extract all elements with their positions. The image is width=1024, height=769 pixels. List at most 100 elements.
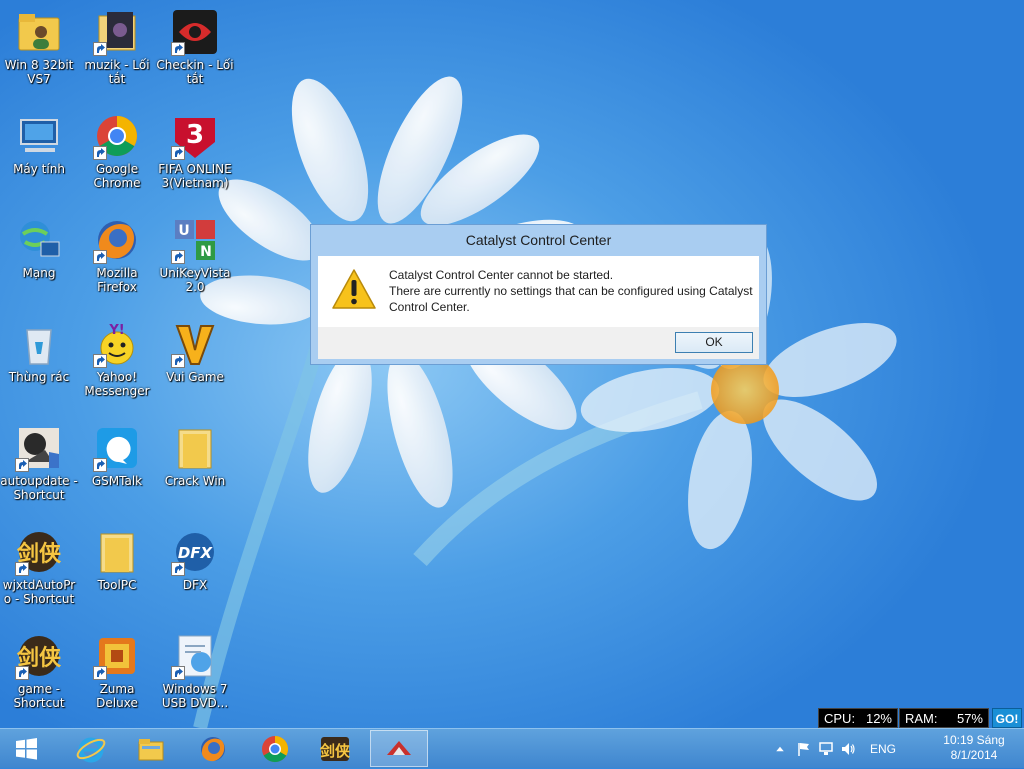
go-label[interactable]: GO! (992, 708, 1022, 728)
dialog-body: Catalyst Control Center cannot be starte… (318, 256, 759, 359)
recycle-bin-icon (15, 320, 63, 368)
cpu-value: 12% (865, 711, 892, 726)
desktop-icon[interactable]: ToolPC (78, 522, 156, 622)
taskbar-internet-explorer[interactable] (62, 730, 120, 767)
desktop-icon-label: Win 8 32bit VS7 (4, 58, 74, 86)
folder-icon (93, 528, 141, 576)
taskbar-catalyst[interactable] (370, 730, 428, 767)
shortcut-arrow-icon (93, 458, 107, 472)
desktop-icon[interactable]: 剑侠 game - Shortcut (0, 626, 78, 726)
show-hidden-icons-icon[interactable] (774, 743, 786, 755)
desktop-icon[interactable]: autoupdate - Shortcut (0, 418, 78, 518)
ok-button[interactable]: OK (675, 332, 753, 353)
taskbar-file-explorer[interactable] (122, 730, 180, 767)
desktop-icon[interactable]: Windows 7 USB DVD... (156, 626, 234, 726)
file-explorer-icon (138, 738, 164, 760)
folder-music-icon (93, 8, 141, 56)
desktop-icon-label: UniKeyVista 2.0 (159, 266, 231, 294)
desktop-icon-label: Máy tính (13, 162, 65, 176)
desktop-icon[interactable]: DFX DFX (156, 522, 234, 622)
chrome-icon (262, 735, 289, 762)
desktop-icon[interactable]: Máy tính (0, 106, 78, 206)
checkin-app-icon (171, 8, 219, 56)
shortcut-arrow-icon (15, 666, 29, 680)
dialog-button-bar: OK (318, 327, 759, 359)
action-center-flag-icon[interactable] (796, 741, 812, 757)
language-indicator[interactable]: ENG (870, 742, 896, 756)
network-icon[interactable] (818, 741, 834, 757)
desktop-icon[interactable]: Google Chrome (78, 106, 156, 206)
taskbar-jianxia-game[interactable]: 剑侠 (306, 730, 364, 767)
desktop-icon-label: Windows 7 USB DVD... (161, 682, 229, 710)
desktop-icon-label: Thùng rác (8, 370, 70, 384)
cpu-meter: CPU: 12% (818, 708, 898, 728)
folder-icon (171, 424, 219, 472)
computer-icon (15, 112, 63, 160)
shortcut-arrow-icon (171, 354, 185, 368)
desktop-icon[interactable]: muzik - Lối tắt (78, 2, 156, 102)
firefox-icon (93, 216, 141, 264)
volume-icon[interactable] (840, 741, 856, 757)
shortcut-arrow-icon (15, 562, 29, 576)
desktop-icon-label: DFX (182, 578, 208, 592)
dialog-message-line2: There are currently no settings that can… (389, 284, 753, 314)
shortcut-arrow-icon (93, 666, 107, 680)
desktop-icon[interactable]: Thùng rác (0, 314, 78, 414)
desktop-icon-label: FIFA ONLINE 3(Vietnam) (158, 162, 232, 190)
windows-logo-icon (16, 737, 37, 760)
warning-icon (332, 269, 376, 309)
desktop-icon[interactable]: Crack Win (156, 418, 234, 518)
svg-text:U: U (178, 223, 189, 239)
jianxia-game-icon: 剑侠 (15, 632, 63, 680)
jianxia-game-icon: 剑侠 (319, 736, 351, 761)
svg-text:剑侠: 剑侠 (319, 742, 351, 760)
desktop-icon[interactable]: U N UniKeyVista 2.0 (156, 210, 234, 310)
desktop-icon[interactable]: GSMTalk (78, 418, 156, 518)
dfx-icon: DFX (171, 528, 219, 576)
svg-text:N: N (200, 244, 212, 260)
firefox-icon (201, 736, 225, 761)
desktop-icon[interactable]: Zuma Deluxe (78, 626, 156, 726)
desktop-icon-label: Yahoo! Messenger (84, 370, 150, 398)
desktop-icon[interactable]: Y! Yahoo! Messenger (78, 314, 156, 414)
desktop-icon-label: ToolPC (97, 578, 137, 592)
yahoo-messenger-icon: Y! (93, 320, 141, 368)
desktop-icon-label: Checkin - Lối tắt (156, 58, 234, 86)
clock-date: 8/1/2014 (950, 748, 998, 762)
svg-text:DFX: DFX (178, 544, 214, 562)
shortcut-arrow-icon (93, 146, 107, 160)
taskbar-firefox[interactable] (184, 730, 242, 767)
shortcut-arrow-icon (93, 42, 107, 56)
desktop-icon-label: wjxtdAutoPro - Shortcut (2, 578, 76, 606)
folder-user-icon (15, 8, 63, 56)
clock[interactable]: 10:19 Sáng 8/1/2014 (934, 733, 1014, 763)
desktop-icon[interactable]: Checkin - Lối tắt (156, 2, 234, 102)
desktop-icon-label: Crack Win (164, 474, 226, 488)
desktop-icon[interactable]: Mạng (0, 210, 78, 310)
gsmtalk-icon (93, 424, 141, 472)
shortcut-arrow-icon (171, 146, 185, 160)
autoupdate-icon (15, 424, 63, 472)
shortcut-arrow-icon (93, 250, 107, 264)
taskbar-chrome[interactable] (246, 730, 304, 767)
start-button[interactable] (0, 730, 52, 767)
dialog-title[interactable]: Catalyst Control Center (311, 225, 766, 256)
system-tray: ENG (774, 729, 896, 769)
ram-meter: RAM: 57% (899, 708, 989, 728)
desktop-icon[interactable]: Vui Game (156, 314, 234, 414)
dialog-message: Catalyst Control Center cannot be starte… (389, 267, 754, 315)
shortcut-arrow-icon (171, 250, 185, 264)
shortcut-arrow-icon (171, 42, 185, 56)
catalyst-icon (387, 740, 411, 755)
desktop-icon[interactable]: 3 FIFA ONLINE 3(Vietnam) (156, 106, 234, 206)
desktop-icon-label: GSMTalk (91, 474, 143, 488)
desktop-icon[interactable]: Mozilla Firefox (78, 210, 156, 310)
svg-text:Y!: Y! (108, 323, 124, 338)
chrome-icon (93, 112, 141, 160)
desktop-icon-label: muzik - Lối tắt (84, 58, 150, 86)
unikey-icon: UN (171, 216, 219, 264)
jianxia-game-icon: 剑侠 (15, 528, 63, 576)
go-meter-button[interactable]: GO! (992, 708, 1022, 728)
desktop-icon[interactable]: 剑侠 wjxtdAutoPro - Shortcut (0, 522, 78, 622)
desktop-icon[interactable]: Win 8 32bit VS7 (0, 2, 78, 102)
